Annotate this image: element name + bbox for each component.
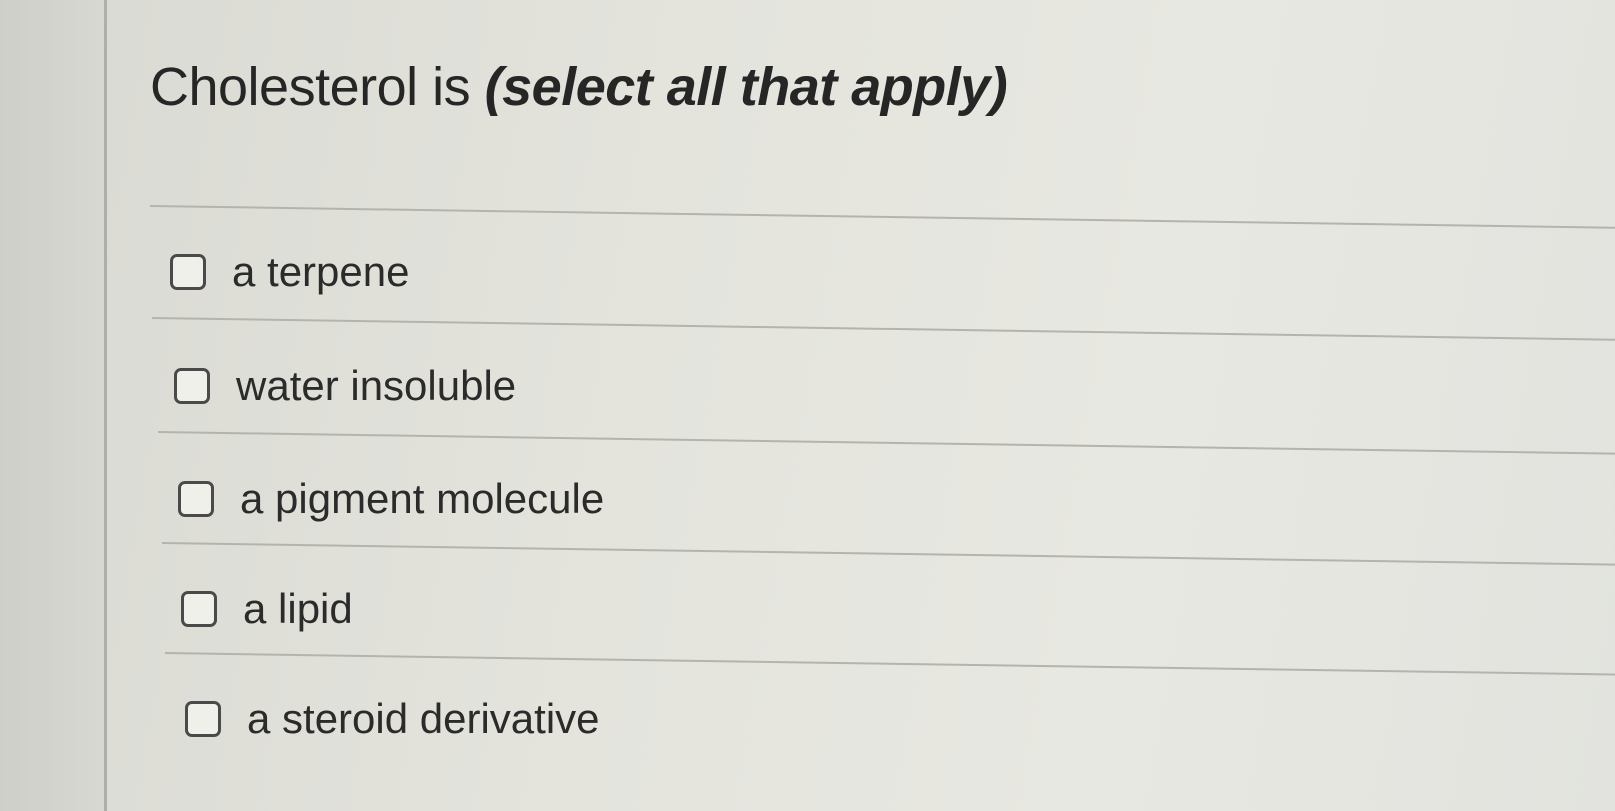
- checkbox[interactable]: [181, 591, 217, 627]
- question-prefix: Cholesterol is: [150, 57, 485, 117]
- option-label: a lipid: [243, 585, 353, 632]
- option-water-insoluble[interactable]: water insoluble: [174, 360, 516, 412]
- checkbox[interactable]: [170, 254, 206, 290]
- left-border-line: [104, 0, 107, 811]
- option-label: a steroid derivative: [247, 695, 600, 742]
- divider-2: [157, 431, 1615, 455]
- question-instruction: (select all that apply): [484, 57, 1008, 117]
- left-margin: [0, 0, 105, 811]
- checkbox[interactable]: [178, 481, 214, 517]
- checkbox[interactable]: [174, 368, 210, 404]
- option-label: a terpene: [232, 248, 410, 295]
- option-label: water insoluble: [236, 362, 517, 409]
- divider-4: [164, 652, 1615, 676]
- divider-3: [161, 542, 1615, 566]
- divider-top: [149, 205, 1615, 229]
- question-text: Cholesterol is (select all that apply): [150, 52, 1008, 122]
- option-label: a pigment molecule: [240, 475, 605, 522]
- option-a-lipid[interactable]: a lipid: [181, 583, 353, 635]
- option-a-steroid-derivative[interactable]: a steroid derivative: [185, 693, 600, 745]
- option-a-terpene[interactable]: a terpene: [170, 246, 409, 298]
- option-a-pigment-molecule[interactable]: a pigment molecule: [178, 473, 604, 525]
- checkbox[interactable]: [185, 701, 221, 737]
- divider-1: [151, 317, 1615, 341]
